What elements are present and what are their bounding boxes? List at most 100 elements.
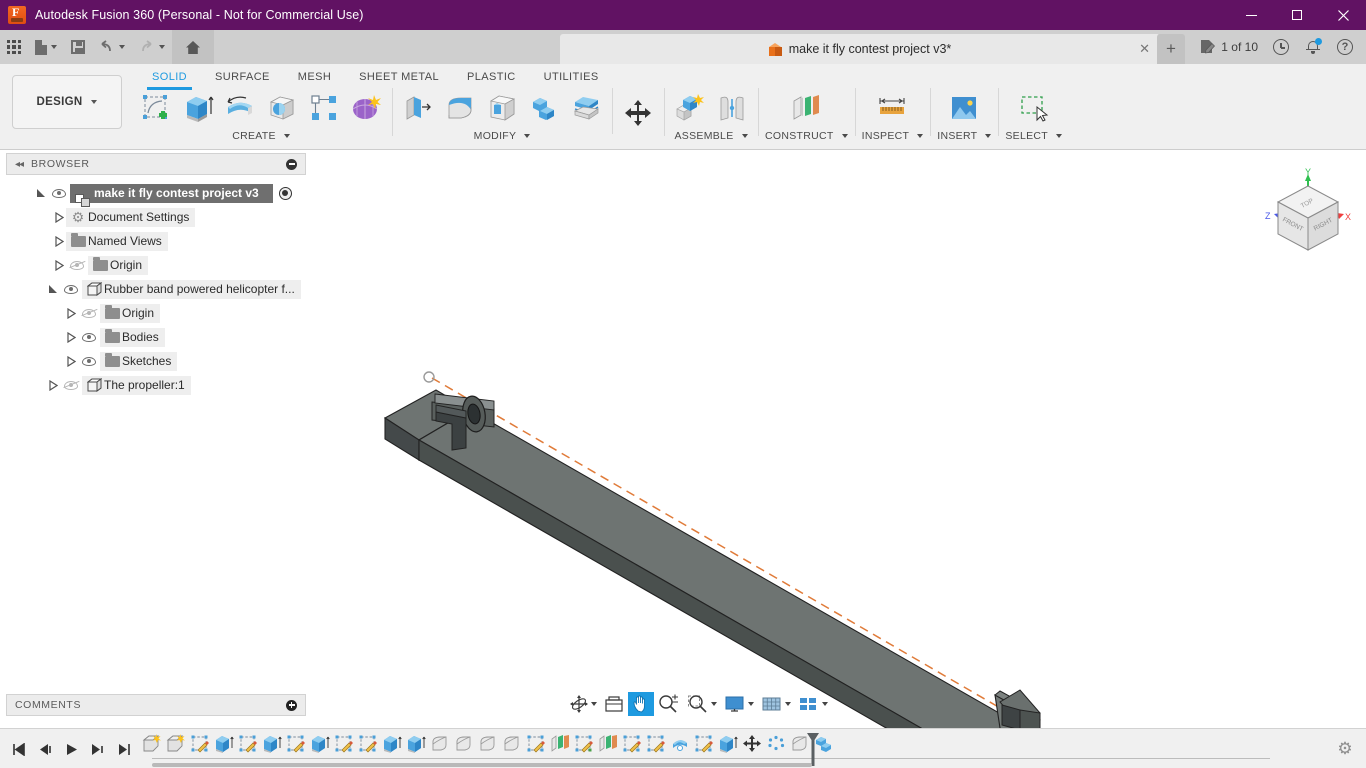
comments-panel[interactable]: COMMENTS — [6, 694, 306, 716]
expand-triangle-icon[interactable] — [64, 332, 78, 343]
timeline-item-pattern[interactable] — [764, 734, 788, 764]
timeline-scrollbar[interactable] — [152, 763, 812, 767]
timeline-item-fillet[interactable] — [500, 734, 524, 764]
timeline-item-extrude[interactable] — [260, 734, 284, 764]
tab-plastic[interactable]: PLASTIC — [453, 67, 530, 88]
save-icon[interactable] — [64, 30, 92, 64]
step-back-icon[interactable] — [34, 737, 58, 761]
ribbon-group-label-construct[interactable]: CONSTRUCT — [765, 130, 848, 142]
visibility-eye-icon[interactable] — [78, 333, 100, 342]
expand-triangle-open-icon[interactable] — [46, 284, 60, 295]
tree-item-origin-root[interactable]: Origin — [6, 253, 306, 277]
timeline-item-sketch[interactable] — [332, 734, 356, 764]
tab-sheet-metal[interactable]: SHEET METAL — [345, 67, 453, 88]
minimize-button[interactable] — [1228, 0, 1274, 30]
activate-component-radio[interactable] — [279, 187, 292, 200]
expand-triangle-icon[interactable] — [52, 236, 66, 247]
timeline-item-sketch[interactable] — [620, 734, 644, 764]
minimize-circle-icon[interactable] — [286, 159, 297, 170]
timeline-item-fillet[interactable] — [428, 734, 452, 764]
maximize-button[interactable] — [1274, 0, 1320, 30]
tree-item-helicopter-frame[interactable]: Rubber band powered helicopter f... — [6, 277, 306, 301]
tree-item-sketches[interactable]: Sketches — [6, 349, 306, 373]
close-button[interactable] — [1320, 0, 1366, 30]
expand-triangle-open-icon[interactable] — [34, 188, 48, 199]
visibility-eye-off-icon[interactable] — [66, 261, 88, 270]
tree-item-origin-sub[interactable]: Origin — [6, 301, 306, 325]
display-settings-icon[interactable] — [721, 692, 757, 716]
move-copy-icon[interactable] — [619, 93, 657, 133]
timeline-marker-icon[interactable] — [806, 732, 820, 766]
select-marquee-icon[interactable] — [1015, 88, 1053, 128]
expand-triangle-icon[interactable] — [46, 380, 60, 391]
chevron-down-icon[interactable] — [785, 702, 791, 706]
tab-solid[interactable]: SOLID — [138, 67, 201, 88]
clock-icon[interactable] — [1266, 32, 1296, 62]
timeline-item-construct-plane[interactable] — [548, 734, 572, 764]
fillet-icon[interactable] — [441, 88, 479, 128]
timeline-item-sketch[interactable] — [188, 734, 212, 764]
bell-icon[interactable] — [1298, 32, 1328, 62]
chevron-down-icon[interactable] — [591, 702, 597, 706]
collapse-left-icon[interactable]: ◂◂ — [15, 159, 23, 170]
timeline-item-revolve[interactable] — [668, 734, 692, 764]
pan-icon[interactable] — [628, 692, 654, 716]
ribbon-group-label-insert[interactable]: INSERT — [937, 130, 991, 142]
add-comment-icon[interactable] — [286, 700, 297, 711]
offset-plane-icon[interactable] — [787, 88, 825, 128]
shell-icon[interactable] — [483, 88, 521, 128]
joint-icon[interactable] — [713, 88, 751, 128]
timeline-item-component[interactable] — [140, 734, 164, 764]
look-at-icon[interactable] — [601, 692, 627, 716]
go-to-beginning-icon[interactable] — [8, 737, 32, 761]
visibility-eye-icon[interactable] — [60, 285, 82, 294]
tree-item-document-settings[interactable]: ⚙ Document Settings — [6, 205, 306, 229]
visibility-eye-icon[interactable] — [48, 189, 70, 198]
tab-mesh[interactable]: MESH — [284, 67, 345, 88]
split-face-icon[interactable] — [567, 88, 605, 128]
expand-triangle-icon[interactable] — [64, 356, 78, 367]
ribbon-group-label-inspect[interactable]: INSPECT — [862, 130, 924, 142]
timeline-item-construct-plane[interactable] — [596, 734, 620, 764]
chevron-down-icon[interactable] — [748, 702, 754, 706]
visibility-eye-off-icon[interactable] — [60, 381, 82, 390]
timeline-item-sketch[interactable] — [644, 734, 668, 764]
zoom-icon[interactable] — [655, 692, 683, 716]
tab-utilities[interactable]: UTILITIES — [530, 67, 613, 88]
extrude-icon[interactable] — [179, 88, 217, 128]
timeline-item-component[interactable] — [164, 734, 188, 764]
chevron-down-icon[interactable] — [822, 702, 828, 706]
home-icon[interactable] — [172, 30, 214, 64]
sweep-icon[interactable] — [263, 88, 301, 128]
timeline-item-sketch[interactable] — [524, 734, 548, 764]
close-icon[interactable]: ✕ — [1139, 41, 1150, 57]
expand-triangle-icon[interactable] — [52, 212, 66, 223]
ribbon-group-label-modify[interactable]: MODIFY — [474, 130, 531, 142]
timeline-item-extrude[interactable] — [716, 734, 740, 764]
timeline-item-fillet[interactable] — [476, 734, 500, 764]
workspace-selector[interactable]: DESIGN — [12, 75, 122, 129]
rectangular-pattern-icon[interactable] — [305, 88, 343, 128]
orbit-icon[interactable] — [566, 692, 600, 716]
fit-icon[interactable] — [684, 692, 720, 716]
timeline-item-sketch[interactable] — [284, 734, 308, 764]
help-icon[interactable]: ? — [1330, 32, 1360, 62]
new-tab-button[interactable]: + — [1157, 34, 1185, 64]
create-form-icon[interactable] — [347, 88, 385, 128]
undo-icon[interactable] — [92, 30, 132, 64]
insert-image-icon[interactable] — [945, 88, 983, 128]
timeline-item-move[interactable] — [740, 734, 764, 764]
timeline-item-extrude[interactable] — [404, 734, 428, 764]
timeline-item-extrude[interactable] — [380, 734, 404, 764]
redo-icon[interactable] — [132, 30, 172, 64]
create-sketch-icon[interactable] — [137, 88, 175, 128]
timeline-item-fillet[interactable] — [452, 734, 476, 764]
timeline-item-sketch[interactable] — [572, 734, 596, 764]
timeline-settings-icon[interactable]: ⚙ — [1334, 738, 1356, 760]
press-pull-icon[interactable] — [399, 88, 437, 128]
combine-icon[interactable] — [525, 88, 563, 128]
expand-triangle-icon[interactable] — [52, 260, 66, 271]
grid-snaps-icon[interactable] — [758, 692, 794, 716]
expand-triangle-icon[interactable] — [64, 308, 78, 319]
ribbon-group-label-select[interactable]: SELECT — [1005, 130, 1062, 142]
